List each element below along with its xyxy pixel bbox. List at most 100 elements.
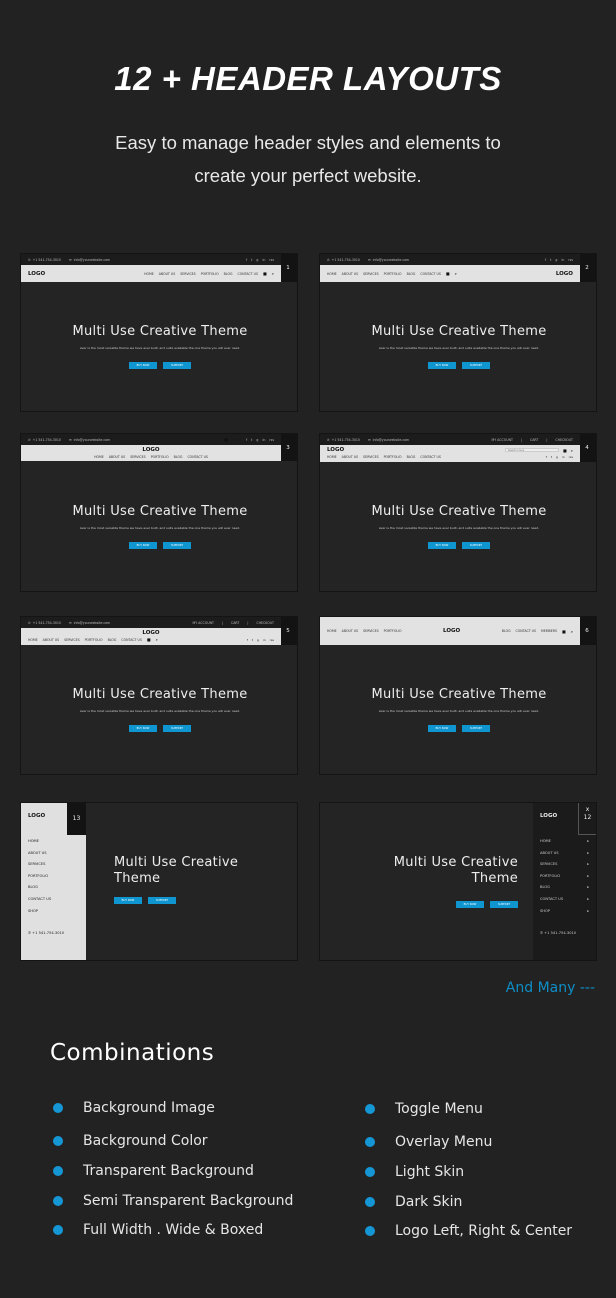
social-icon-g[interactable]: g (556, 455, 558, 459)
sidebar-item[interactable]: HOME ▸ (540, 839, 589, 843)
logo[interactable]: LOGO (28, 271, 45, 277)
buy-now-button[interactable]: BUY NOW (129, 725, 157, 732)
social-icon-f[interactable]: f (546, 455, 547, 459)
nav-item[interactable]: SERVICES (363, 629, 378, 633)
social-icon-in[interactable]: in (562, 455, 565, 459)
logo[interactable]: LOGO (21, 447, 281, 453)
nav-item[interactable]: BLOG (108, 638, 117, 642)
cart-icon[interactable]: ■ (263, 271, 267, 276)
cart-icon[interactable]: ■ (224, 437, 228, 442)
header-layout-5[interactable]: 5 ✆ +1 541-754-3010 ✉ info@yourwebsite.com MY… (20, 616, 298, 775)
sidebar-item[interactable]: BLOG ▸ (540, 885, 589, 889)
social-icon-g[interactable]: g (257, 638, 259, 642)
sidebar-item[interactable]: SERVICES (28, 862, 79, 866)
social-icon-g[interactable]: g (256, 258, 258, 262)
header-layout-12[interactable]: LOGO HOME ▸ ABOUT US ▸ SERVICES ▸ PORTFOLIO ▸ BLO… (319, 802, 597, 961)
buy-now-button[interactable]: BUY NOW (428, 362, 456, 369)
nav-item[interactable]: HOME (28, 638, 38, 642)
social-icon-t[interactable]: t (251, 258, 252, 262)
search-icon[interactable]: ⌕ (455, 271, 457, 276)
support-button[interactable]: SUPPORT (163, 542, 191, 549)
nav-item[interactable]: ABOUT US (342, 272, 358, 276)
nav-item[interactable]: CONTACT US (420, 455, 440, 459)
nav-item[interactable]: PORTFOLIO (201, 272, 219, 276)
sidebar-item[interactable]: ABOUT US (28, 851, 79, 855)
search-icon[interactable]: ⌕ (156, 637, 158, 642)
nav-item[interactable]: CONTACT US (237, 272, 257, 276)
nav-item[interactable]: BLOG (502, 629, 511, 633)
support-button[interactable]: SUPPORT (462, 362, 490, 369)
nav-item[interactable]: SERVICES (180, 272, 195, 276)
search-input[interactable] (504, 448, 559, 452)
nav-item[interactable]: PORTFOLIO (384, 272, 402, 276)
sidebar-item[interactable]: SHOP ▸ (540, 909, 589, 913)
social-icon-f[interactable]: f (246, 438, 247, 442)
logo[interactable]: LOGO (443, 628, 460, 634)
sidebar-item[interactable]: CONTACT US ▸ (540, 897, 589, 901)
and-many-link[interactable]: And Many --- (506, 980, 595, 996)
social-icon-in[interactable]: in (262, 258, 265, 262)
nav-item[interactable]: PORTFOLIO (384, 455, 402, 459)
buy-now-button[interactable]: BUY NOW (428, 542, 456, 549)
sidebar-item[interactable]: HOME (28, 839, 79, 843)
nav-item[interactable]: CONTACT US (121, 638, 141, 642)
social-icon-f[interactable]: f (545, 258, 546, 262)
header-layout-3[interactable]: 3 ✆ +1 541-754-3010 ✉ info@yourwebsite.com ■ ⌕… (20, 433, 298, 592)
sidebar-item[interactable]: ABOUT US ▸ (540, 851, 589, 855)
header-layout-4[interactable]: 4 ✆ +1 541-754-3010 ✉ info@yourwebsite.com MY… (319, 433, 597, 592)
sidebar-item[interactable]: SERVICES ▸ (540, 862, 589, 866)
social-icon-f[interactable]: f (246, 258, 247, 262)
nav-item[interactable]: CONTACT US (516, 629, 536, 633)
nav-item[interactable]: PORTFOLIO (384, 629, 402, 633)
support-button[interactable]: SUPPORT (462, 542, 490, 549)
buy-now-button[interactable]: BUY NOW (428, 725, 456, 732)
email-address[interactable]: info@yourwebsite.com (74, 258, 111, 262)
buy-now-button[interactable]: BUY NOW (456, 901, 484, 908)
nav-item[interactable]: PORTFOLIO (151, 455, 169, 459)
nav-item[interactable]: BLOG (174, 455, 183, 459)
support-button[interactable]: SUPPORT (462, 725, 490, 732)
nav-item[interactable]: ABOUT US (159, 272, 175, 276)
cart-icon[interactable]: ■ (147, 637, 151, 642)
sidebar-item[interactable]: SHOP (28, 909, 79, 913)
social-icon-t[interactable]: t (550, 258, 551, 262)
social-icon-f[interactable]: f (247, 638, 248, 642)
nav-item[interactable]: HOME (327, 455, 337, 459)
account-link[interactable]: MY ACCOUNT (192, 621, 213, 625)
social-icon-t[interactable]: t (252, 638, 253, 642)
nav-item[interactable]: SERVICES (130, 455, 145, 459)
account-link[interactable]: CART (530, 438, 538, 442)
search-icon[interactable]: ⌕ (272, 271, 274, 276)
nav-item[interactable]: ABOUT US (342, 455, 358, 459)
cart-icon[interactable]: ■ (446, 271, 450, 276)
nav-item[interactable]: MEMBERS (541, 629, 557, 633)
account-link[interactable]: MY ACCOUNT (491, 438, 512, 442)
social-icon-rss[interactable]: rss (269, 438, 274, 442)
logo[interactable]: LOGO (327, 447, 344, 453)
logo[interactable]: LOGO (556, 271, 573, 277)
header-layout-6[interactable]: 6 HOME ABOUT US SERVICES PORTFOLIO LOGO BLOG CO… (319, 616, 597, 775)
nav-item[interactable]: HOME (144, 272, 154, 276)
header-layout-1[interactable]: 1 ✆ +1 541-754-3010 ✉ info@yourwebsite.com f t… (20, 253, 298, 412)
email-address[interactable]: info@yourwebsite.com (74, 621, 111, 625)
support-button[interactable]: SUPPORT (163, 725, 191, 732)
search-icon[interactable]: ⌕ (571, 448, 573, 453)
social-icon-t[interactable]: t (251, 438, 252, 442)
nav-item[interactable]: BLOG (407, 455, 416, 459)
email-address[interactable]: info@yourwebsite.com (373, 258, 410, 262)
nav-item[interactable]: ABOUT US (109, 455, 125, 459)
sidebar-item[interactable]: CONTACT US (28, 897, 79, 901)
close-icon[interactable]: x (579, 806, 596, 814)
social-icon-g[interactable]: g (555, 258, 557, 262)
social-icon-in[interactable]: in (263, 638, 266, 642)
support-button[interactable]: SUPPORT (148, 897, 176, 904)
nav-item[interactable]: PORTFOLIO (85, 638, 103, 642)
nav-item[interactable]: HOME (327, 629, 337, 633)
sidebar-item[interactable]: PORTFOLIO (28, 874, 79, 878)
social-icon-t[interactable]: t (551, 455, 552, 459)
header-layout-2[interactable]: 2 ✆ +1 541-754-3010 ✉ info@yourwebsite.com f t… (319, 253, 597, 412)
search-icon[interactable]: ⌕ (236, 437, 238, 442)
cart-icon[interactable]: ■ (562, 629, 566, 634)
nav-item[interactable]: ABOUT US (43, 638, 59, 642)
sidebar-item[interactable]: PORTFOLIO ▸ (540, 874, 589, 878)
